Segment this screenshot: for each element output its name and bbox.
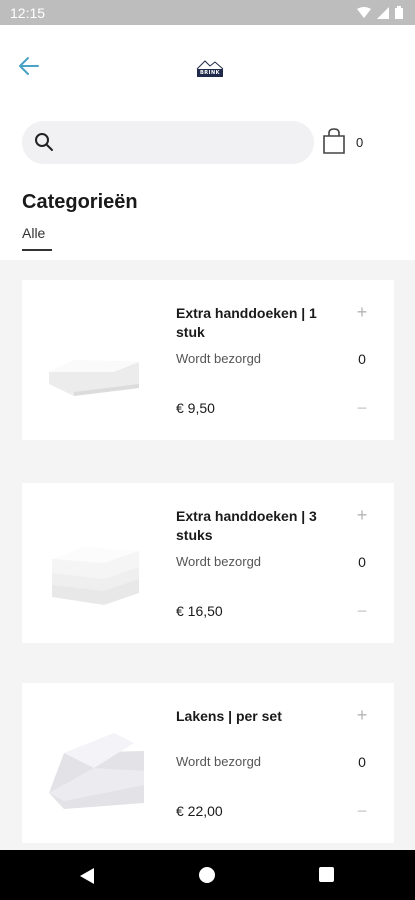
system-nav-bar — [0, 850, 415, 900]
decrease-button[interactable]: − — [352, 801, 372, 821]
quantity-value: 0 — [358, 351, 366, 367]
product-card[interactable]: Extra handdoeken | 1 stuk Wordt bezorgd … — [22, 280, 394, 440]
tab-alle[interactable]: Alle — [22, 225, 52, 251]
product-title: Extra handdoeken | 1 stuk — [176, 305, 317, 340]
shopping-bag-icon[interactable] — [322, 128, 346, 154]
search-icon — [35, 133, 53, 151]
towel-single-image — [49, 360, 139, 396]
increase-button[interactable]: + — [352, 505, 372, 525]
nav-home-icon[interactable] — [199, 867, 215, 883]
product-subtitle: Wordt bezorgd — [176, 554, 262, 569]
product-title: Lakens | per set — [176, 708, 282, 724]
towel-stack-image — [52, 547, 139, 605]
decrease-button[interactable]: − — [352, 601, 372, 621]
status-time: 12:15 — [10, 4, 46, 21]
logo-wordmark: BRINK — [196, 69, 224, 77]
back-arrow-icon[interactable] — [16, 53, 42, 79]
status-icons — [357, 6, 403, 19]
logo-mountain-icon — [196, 60, 224, 69]
search-input[interactable] — [64, 127, 300, 158]
nav-recents-icon[interactable] — [319, 867, 334, 882]
product-subtitle: Wordt bezorgd — [176, 351, 262, 366]
quantity-value: 0 — [358, 554, 366, 570]
increase-button[interactable]: + — [352, 302, 372, 322]
battery-icon — [395, 6, 403, 19]
sheets-image — [49, 733, 144, 809]
status-bar: 12:15 — [0, 0, 415, 25]
product-subtitle: Wordt bezorgd — [176, 754, 262, 769]
decrease-button[interactable]: − — [352, 398, 372, 418]
quantity-value: 0 — [358, 754, 366, 770]
product-card[interactable]: Lakens | per set Wordt bezorgd € 22,00 +… — [22, 683, 394, 843]
product-card[interactable]: Extra handdoeken | 3 stuks Wordt bezorgd… — [22, 483, 394, 643]
increase-button[interactable]: + — [352, 705, 372, 725]
search-bar[interactable] — [22, 121, 314, 164]
nav-back-icon[interactable] — [78, 867, 96, 885]
product-price: € 22,00 — [176, 803, 223, 819]
signal-icon — [377, 6, 389, 19]
product-title: Extra handdoeken | 3 stuks — [176, 508, 317, 543]
product-price: € 9,50 — [176, 400, 215, 416]
header: BRINK 0 Categorieën Alle — [0, 25, 415, 260]
cart-count: 0 — [356, 135, 364, 150]
wifi-icon — [357, 6, 371, 18]
brand-logo: BRINK — [192, 53, 228, 77]
categories-title: Categorieën — [22, 191, 138, 213]
product-price: € 16,50 — [176, 603, 223, 619]
